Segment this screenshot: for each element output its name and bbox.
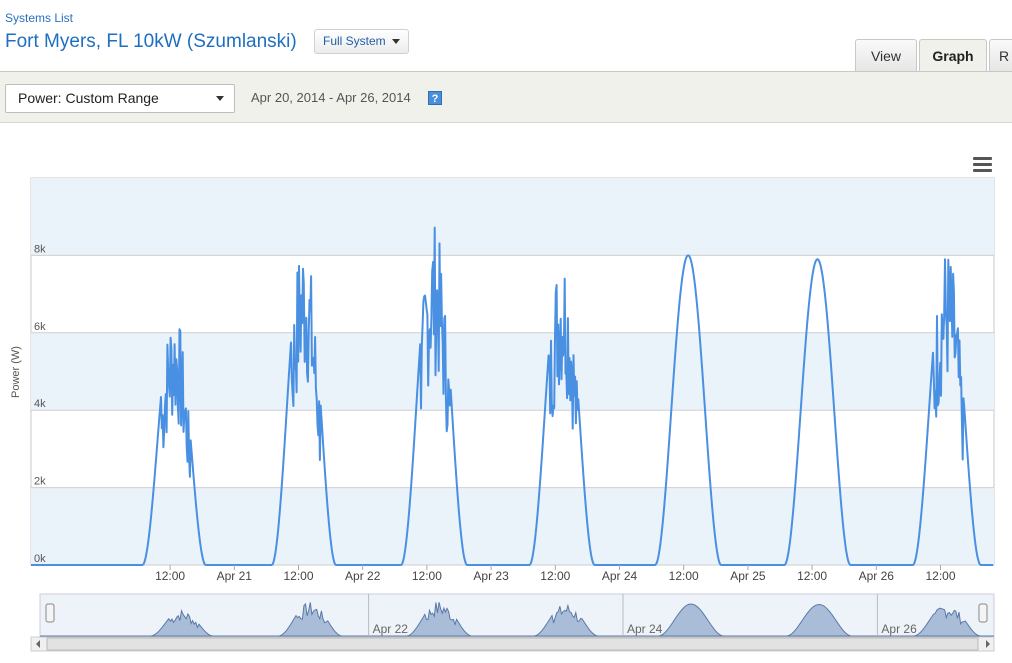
navigator-handle[interactable] (45, 603, 55, 623)
navigator-label: Apr 24 (627, 622, 663, 636)
x-tick-label: Apr 25 (730, 569, 766, 583)
navigator-area[interactable] (39, 593, 995, 637)
scroll-right-icon[interactable] (986, 640, 990, 648)
x-tick-label: Apr 26 (859, 569, 895, 583)
plot-area (30, 177, 995, 566)
series-line-power (30, 226, 994, 566)
range-select[interactable]: Power: Custom Range (5, 84, 235, 113)
system-select-label: Full System (323, 34, 386, 48)
date-range: Apr 20, 2014 - Apr 26, 2014 (251, 90, 411, 105)
navigator-label: Apr 26 (881, 622, 917, 636)
y-tick-label: 0k (34, 553, 46, 565)
x-tick-label: 12:00 (155, 569, 185, 583)
x-tick-label: Apr 24 (602, 569, 638, 583)
y-tick-label: 4k (34, 398, 46, 410)
y-tick-label: 8k (34, 243, 46, 255)
x-tick-label: 12:00 (283, 569, 313, 583)
x-tick-label: Apr 22 (345, 569, 381, 583)
x-tick-label: 12:00 (412, 569, 442, 583)
tab-graph[interactable]: Graph (919, 39, 987, 72)
x-tick-label: 12:00 (797, 569, 827, 583)
y-tick-label: 2k (34, 476, 46, 488)
chart-menu-icon[interactable] (973, 157, 992, 172)
chevron-down-icon (391, 39, 400, 44)
y-tick-label: 6k (34, 321, 46, 333)
plot-band (31, 487, 994, 565)
navigator-series (40, 602, 994, 637)
scrollbar-track[interactable] (30, 636, 995, 652)
toolbar: Power: Custom Range Apr 20, 2014 - Apr 2… (0, 71, 1012, 123)
x-tick-label: 12:00 (540, 569, 570, 583)
chevron-down-icon (216, 96, 224, 101)
navigator-handle[interactable] (978, 603, 988, 623)
scroll-left-icon[interactable] (36, 640, 40, 648)
x-tick-label: Apr 21 (217, 569, 253, 583)
range-select-label: Power: Custom Range (18, 90, 159, 106)
plot-band (31, 332, 994, 411)
navigator-label: Apr 22 (373, 622, 409, 636)
y-axis-label: Power (W) (10, 346, 22, 398)
help-icon[interactable]: ? (428, 91, 442, 105)
tab-view[interactable]: View (855, 39, 917, 71)
tab-bar: View Graph R (855, 39, 1012, 72)
x-tick-label: 12:00 (669, 569, 699, 583)
x-tick-label: Apr 23 (473, 569, 509, 583)
plot-band (31, 178, 994, 256)
scrollbar-thumb[interactable] (46, 637, 979, 651)
system-select-button[interactable]: Full System (314, 29, 409, 54)
tab-reports[interactable]: R (989, 39, 1012, 71)
x-tick-label: 12:00 (925, 569, 955, 583)
page-title: Fort Myers, FL 10kW (Szumlanski) (5, 31, 297, 52)
breadcrumb-systems-list[interactable]: Systems List (5, 11, 73, 25)
